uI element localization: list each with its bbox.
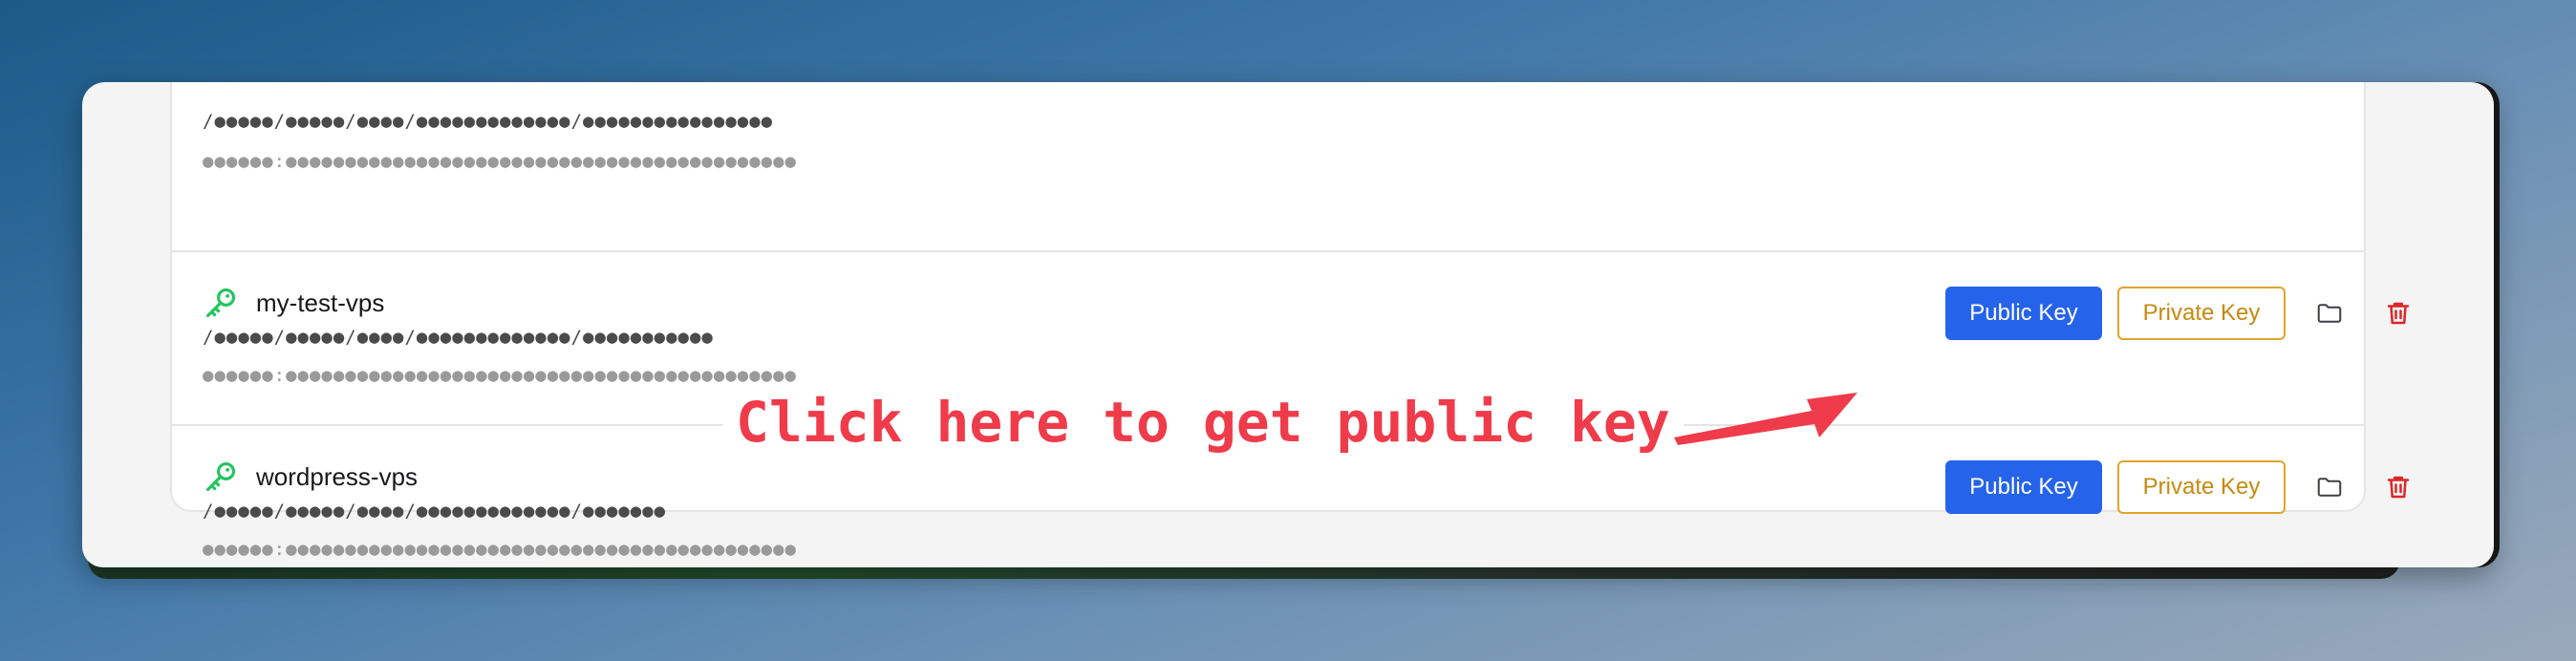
public-key-button[interactable]: Public Key	[1945, 460, 2102, 514]
key-path: /●●●●●/●●●●●/●●●●/●●●●●●●●●●●●●/●●●●●●●●…	[203, 327, 714, 348]
key-fingerprint: ●●●●●●:●●●●●●●●●●●●●●●●●●●●●●●●●●●●●●●●●…	[203, 365, 797, 386]
private-key-button[interactable]: Private Key	[2117, 287, 2286, 340]
private-key-button[interactable]: Private Key	[2117, 460, 2286, 514]
key-icon	[205, 288, 236, 318]
delete-key-button[interactable]	[2377, 292, 2419, 334]
key-name: my-test-vps	[256, 288, 385, 317]
trash-icon	[2387, 476, 2410, 499]
key-fingerprint: ●●●●●●:●●●●●●●●●●●●●●●●●●●●●●●●●●●●●●●●●…	[203, 151, 797, 172]
annotation-arrow-icon	[1674, 393, 1857, 445]
folder-icon	[2317, 478, 2342, 497]
key-icon	[205, 461, 236, 492]
public-key-button[interactable]: Public Key	[1945, 287, 2102, 340]
trash-icon	[2387, 302, 2410, 325]
app-window: /●●●●●/●●●●●/●●●●/●●●●●●●●●●●●●/●●●●●●● ●…	[82, 82, 2494, 567]
ssh-key-row: /●●●●●/●●●●●/●●●●/●●●●●●●●●●●●●/●●●●●●●●…	[172, 82, 2364, 252]
key-name: wordpress-vps	[256, 462, 419, 491]
key-fingerprint: ●●●●●●:●●●●●●●●●●●●●●●●●●●●●●●●●●●●●●●●●…	[203, 539, 797, 560]
folder-icon	[2317, 304, 2342, 323]
delete-key-button[interactable]	[2377, 466, 2419, 508]
key-path: /●●●●●/●●●●●/●●●●/●●●●●●●●●●●●●/●●●●●●●	[203, 501, 667, 522]
open-folder-button[interactable]	[2308, 466, 2351, 508]
annotation-callout: Click here to get public key	[722, 392, 1684, 453]
open-folder-button[interactable]	[2308, 292, 2351, 334]
key-path: /●●●●●/●●●●●/●●●●/●●●●●●●●●●●●●/●●●●●●●●…	[203, 111, 774, 132]
